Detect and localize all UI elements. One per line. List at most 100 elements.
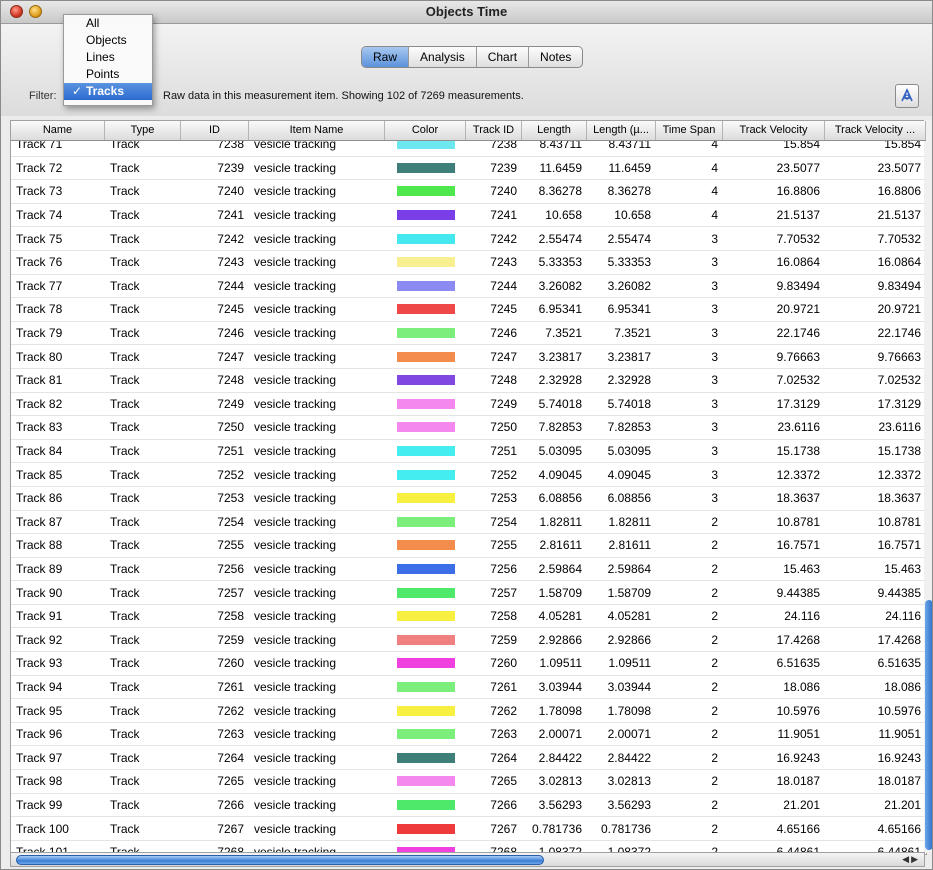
cell-item: vesicle tracking: [254, 444, 337, 459]
cell-id: 7267: [217, 821, 244, 836]
color-swatch: [396, 398, 455, 409]
cell-name: Track 98: [16, 774, 63, 789]
export-button[interactable]: [895, 84, 919, 108]
cell-vel2: 9.83494: [877, 278, 921, 293]
cell-id: 7247: [217, 349, 244, 364]
color-cell: [385, 422, 466, 433]
table-row[interactable]: Track 87 Track 7254 vesicle tracking 7254 1.8…: [11, 511, 926, 535]
color-cell: [385, 446, 466, 457]
column-header[interactable]: Track Velocity: [723, 121, 825, 140]
horizontal-scrollbar[interactable]: ◀▶: [10, 852, 925, 867]
cell-vel2: 12.3372: [877, 467, 921, 482]
column-header[interactable]: Length: [522, 121, 587, 140]
vertical-scroll-thumb[interactable]: [925, 600, 932, 850]
table-row[interactable]: Track 81 Track 7248 vesicle tracking 7248 2.3…: [11, 369, 926, 393]
color-cell: [385, 799, 466, 810]
table-row[interactable]: Track 95 Track 7262 vesicle tracking 7262 1.7…: [11, 699, 926, 723]
tab-analysis[interactable]: Analysis: [409, 47, 477, 67]
color-cell: [385, 752, 466, 763]
filter-option-points[interactable]: Points: [64, 66, 152, 83]
table-row[interactable]: Track 82 Track 7249 vesicle tracking 7249 5.7…: [11, 392, 926, 417]
cell-type: Track: [110, 561, 140, 576]
tab-chart[interactable]: Chart: [477, 47, 530, 67]
table-row[interactable]: Track 76 Track 7243 vesicle tracking 7243 5.3…: [11, 250, 926, 275]
table-row[interactable]: Track 93 Track 7260 vesicle tracking 7260 1.0…: [11, 652, 926, 676]
column-header[interactable]: Item Name: [249, 121, 385, 140]
table-row[interactable]: Track 83 Track 7250 vesicle tracking 7250 7.8…: [11, 416, 926, 440]
cell-id: 7249: [217, 396, 244, 411]
cell-id: 7256: [217, 561, 244, 576]
table-row[interactable]: Track 72 Track 7239 vesicle tracking 7239 11.…: [11, 156, 926, 181]
cell-lenu: 6.08856: [607, 491, 651, 506]
column-header[interactable]: ID: [181, 121, 249, 140]
table-row[interactable]: Track 85 Track 7252 vesicle tracking 7252 4.0…: [11, 463, 926, 487]
column-header[interactable]: Track ID: [466, 121, 522, 140]
filter-option-label: Lines: [86, 50, 115, 64]
cell-span: 3: [711, 467, 718, 482]
filter-option-lines[interactable]: Lines: [64, 49, 152, 66]
filter-option-objects[interactable]: Objects: [64, 32, 152, 49]
color-swatch: [396, 611, 455, 622]
column-header[interactable]: Type: [105, 121, 181, 140]
column-header[interactable]: Color: [385, 121, 466, 140]
scroll-arrows-icon[interactable]: ◀▶: [902, 854, 920, 865]
table-row[interactable]: Track 78 Track 7245 vesicle tracking 7245 6.9…: [11, 298, 926, 322]
cell-lenu: 5.74018: [607, 396, 651, 411]
table-row[interactable]: Track 91 Track 7258 vesicle tracking 7258 4.0…: [11, 605, 926, 629]
cell-tid: 7249: [490, 396, 517, 411]
cell-len: 5.33353: [538, 255, 582, 270]
column-header[interactable]: Track Velocity ...: [825, 121, 926, 140]
table-row[interactable]: Track 94 Track 7261 vesicle tracking 7261 3.0…: [11, 675, 926, 700]
color-swatch: [396, 210, 455, 221]
cell-span: 3: [711, 302, 718, 317]
tab-notes[interactable]: Notes: [529, 47, 582, 67]
color-swatch: [396, 634, 455, 645]
table-row[interactable]: Track 79 Track 7246 vesicle tracking 7246 7.3…: [11, 322, 926, 346]
horizontal-scroll-thumb[interactable]: [16, 855, 544, 865]
table-row[interactable]: Track 88 Track 7255 vesicle tracking 7255 2.8…: [11, 534, 926, 558]
filter-option-all[interactable]: All: [64, 15, 152, 32]
filter-option-tracks[interactable]: ✓ Tracks: [64, 83, 152, 100]
cell-len: 3.23817: [538, 349, 582, 364]
color-cell: [385, 328, 466, 339]
table-row[interactable]: Track 92 Track 7259 vesicle tracking 7259 2.9…: [11, 628, 926, 653]
column-header[interactable]: Time Span: [656, 121, 723, 140]
table-row[interactable]: Track 98 Track 7265 vesicle tracking 7265 3.0…: [11, 770, 926, 794]
cell-type: Track: [110, 467, 140, 482]
table-row[interactable]: Track 80 Track 7247 vesicle tracking 7247 3.2…: [11, 345, 926, 369]
table-row[interactable]: Track 89 Track 7256 vesicle tracking 7256 2.5…: [11, 558, 926, 582]
cell-vel: 18.086: [783, 679, 820, 694]
tab-raw[interactable]: Raw: [362, 47, 410, 67]
cell-tid: 7246: [490, 326, 517, 341]
table-row[interactable]: Track 75 Track 7242 vesicle tracking 7242 2.5…: [11, 227, 926, 251]
table-row[interactable]: Track 96 Track 7263 vesicle tracking 7263 2.0…: [11, 722, 926, 747]
cell-vel2: 17.3129: [877, 396, 921, 411]
cell-vel2: 15.463: [884, 561, 921, 576]
table-row[interactable]: Track 100 Track 7267 vesicle tracking 7267 0.…: [11, 817, 926, 841]
color-swatch: [396, 328, 455, 339]
cell-vel: 23.5077: [776, 160, 820, 175]
status-text: Raw data in this measurement item. Showi…: [163, 90, 524, 102]
cell-span: 2: [711, 727, 718, 742]
color-swatch: [396, 658, 455, 669]
cell-name: Track 85: [16, 467, 63, 482]
table-row[interactable]: Track 84 Track 7251 vesicle tracking 7251 5.0…: [11, 439, 926, 464]
cell-span: 2: [711, 609, 718, 624]
cell-len: 4.09045: [538, 467, 582, 482]
table-row[interactable]: Track 86 Track 7253 vesicle tracking 7253 6.0…: [11, 486, 926, 511]
cell-vel: 6.51635: [776, 656, 820, 671]
table-row[interactable]: Track 74 Track 7241 vesicle tracking 7241 10.…: [11, 203, 926, 228]
cell-span: 4: [711, 160, 718, 175]
cell-tid: 7256: [490, 561, 517, 576]
cell-item: vesicle tracking: [254, 208, 337, 223]
cell-id: 7241: [217, 208, 244, 223]
column-header[interactable]: Length (µ...: [587, 121, 656, 140]
table-row[interactable]: Track 90 Track 7257 vesicle tracking 7257 1.5…: [11, 581, 926, 605]
table-row[interactable]: Track 97 Track 7264 vesicle tracking 7264 2.8…: [11, 746, 926, 771]
table-row[interactable]: Track 77 Track 7244 vesicle tracking 7244 3.2…: [11, 275, 926, 299]
vertical-scrollbar[interactable]: [924, 120, 932, 853]
table-row[interactable]: Track 73 Track 7240 vesicle tracking 7240 8.3…: [11, 180, 926, 204]
column-header[interactable]: Name: [11, 121, 105, 140]
table-row[interactable]: Track 99 Track 7266 vesicle tracking 7266 3.5…: [11, 794, 926, 818]
cell-vel: 17.4268: [776, 632, 820, 647]
